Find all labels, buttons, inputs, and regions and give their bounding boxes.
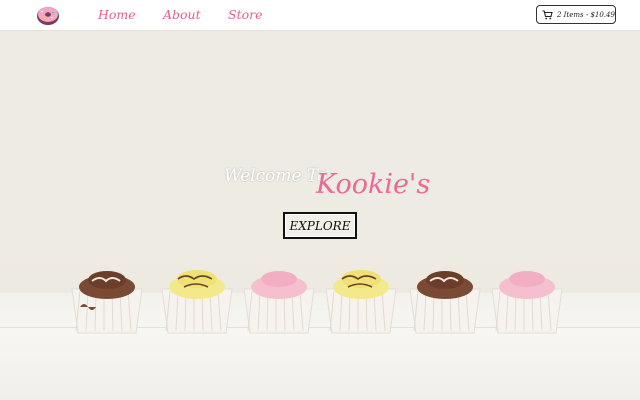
nav-about-link[interactable]: About [163, 7, 201, 22]
vanilla-cupcake-image [325, 270, 397, 334]
vanilla-cupcake-image [161, 270, 233, 334]
chocolate-cupcake-image [71, 271, 143, 334]
donut-logo-icon[interactable] [36, 4, 60, 26]
pink-cupcake-image [243, 271, 315, 334]
cart-summary: 2 Items - $10.49 [557, 10, 615, 19]
explore-button[interactable]: EXPLORE [283, 212, 357, 239]
hero-section: Welcome To Kookie's EXPLORE [0, 31, 640, 400]
pink-cupcake-image [491, 271, 563, 334]
cart-button[interactable]: 2 Items - $10.49 [536, 5, 616, 24]
hero-welcome-text: Welcome To [224, 166, 328, 186]
shopping-cart-icon [542, 9, 553, 19]
hero-brand-title: Kookie's [316, 169, 431, 200]
nav-store-link[interactable]: Store [228, 7, 263, 22]
top-navbar: Home About Store 2 Items - $10.49 [0, 0, 640, 31]
nav-home-link[interactable]: Home [98, 7, 136, 22]
chocolate-cupcake-image [409, 271, 481, 334]
